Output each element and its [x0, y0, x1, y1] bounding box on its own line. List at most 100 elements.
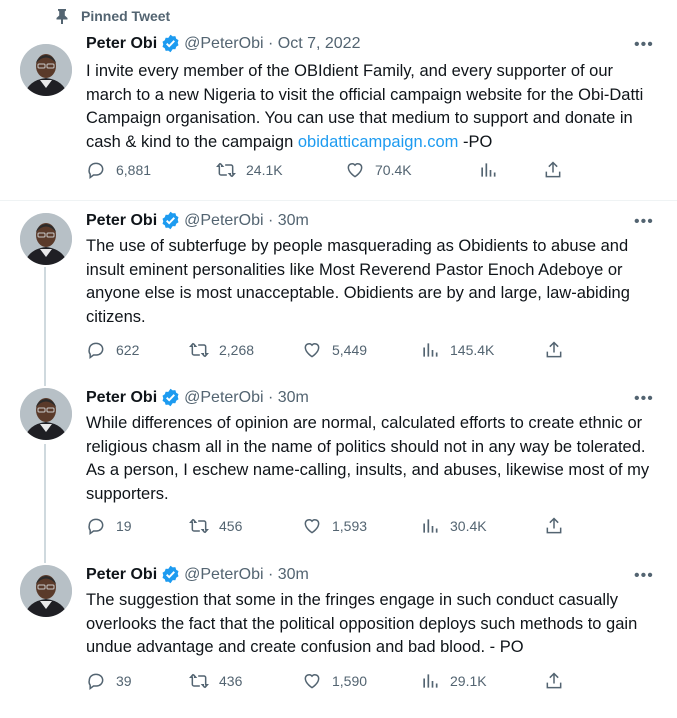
- share-button[interactable]: [544, 516, 574, 536]
- share-icon: [546, 672, 562, 689]
- views-button[interactable]: [478, 160, 508, 180]
- thread-connector: [44, 553, 46, 563]
- tweet-timestamp[interactable]: 30m: [278, 212, 309, 230]
- separator-dot: ·: [263, 565, 278, 583]
- website-link[interactable]: obidatticampaign.com: [298, 133, 459, 151]
- reply-count: 19: [116, 518, 132, 534]
- retweet-button[interactable]: 436: [189, 671, 242, 691]
- heart-icon: [347, 163, 363, 178]
- analytics-icon: [481, 163, 496, 177]
- author-handle[interactable]: @PeterObi: [184, 212, 263, 230]
- like-count: 70.4K: [375, 162, 412, 178]
- retweet-icon: [189, 342, 209, 358]
- verified-badge-icon: [161, 211, 180, 230]
- author-name[interactable]: Peter Obi: [86, 389, 157, 407]
- tweet-header: Peter Obi @PeterObi · 30m: [86, 388, 309, 407]
- thread-connector: [44, 376, 46, 386]
- views-count: 29.1K: [450, 673, 487, 689]
- author-handle[interactable]: @PeterObi: [184, 566, 263, 584]
- avatar[interactable]: [20, 565, 72, 617]
- retweet-icon: [189, 518, 209, 534]
- analytics-icon: [423, 674, 438, 688]
- reply-count: 6,881: [116, 162, 152, 178]
- like-button[interactable]: 5,449: [302, 340, 367, 360]
- tweet[interactable]: Peter Obi @PeterObi · 30m ••• While diff…: [0, 376, 677, 553]
- verified-badge-icon: [161, 388, 180, 407]
- avatar[interactable]: [20, 213, 72, 265]
- author-handle[interactable]: @PeterObi: [184, 35, 263, 53]
- like-count: 5,449: [332, 342, 368, 358]
- tweet-text: The suggestion that some in the fringes …: [86, 591, 638, 656]
- tweet-timestamp[interactable]: 30m: [278, 566, 309, 584]
- views-button[interactable]: 30.4K: [420, 516, 487, 536]
- tweet-header: Peter Obi @PeterObi · 30m: [86, 565, 309, 584]
- reply-icon: [88, 342, 104, 359]
- tweet-text: The use of subterfuge by people masquera…: [86, 237, 630, 326]
- like-count: 1,590: [332, 673, 368, 689]
- tweet-text-signoff: -PO: [458, 132, 493, 151]
- share-button[interactable]: [544, 671, 574, 691]
- tweet-actions: 39 436 1,590 29.1K: [86, 671, 666, 695]
- separator-dot: ·: [263, 388, 278, 406]
- more-options-icon[interactable]: •••: [634, 390, 654, 408]
- separator-dot: ·: [263, 211, 278, 229]
- like-button[interactable]: 1,590: [302, 671, 367, 691]
- more-options-icon[interactable]: •••: [634, 567, 654, 585]
- like-button[interactable]: 70.4K: [345, 160, 412, 180]
- thread-connector: [44, 444, 46, 553]
- tweet[interactable]: Peter Obi @PeterObi · Oct 7, 2022 ••• I …: [0, 0, 677, 200]
- heart-icon: [304, 343, 320, 358]
- verified-badge-icon: [161, 565, 180, 584]
- retweet-button[interactable]: 24.1K: [216, 160, 283, 180]
- retweet-count: 24.1K: [246, 162, 283, 178]
- views-count: 30.4K: [450, 518, 487, 534]
- reply-count: 622: [116, 342, 140, 358]
- reply-count: 39: [116, 673, 132, 689]
- author-name[interactable]: Peter Obi: [86, 35, 157, 53]
- analytics-icon: [423, 343, 438, 357]
- views-count: 145.4K: [450, 342, 495, 358]
- author-name[interactable]: Peter Obi: [86, 212, 157, 230]
- tweet-timestamp[interactable]: 30m: [278, 389, 309, 407]
- reply-button[interactable]: 19: [86, 516, 132, 536]
- reply-button[interactable]: 622: [86, 340, 139, 360]
- avatar[interactable]: [20, 388, 72, 440]
- like-button[interactable]: 1,593: [302, 516, 367, 536]
- reply-button[interactable]: 6,881: [86, 160, 151, 180]
- tweet-actions: 19 456 1,593 30.4K: [86, 516, 666, 540]
- retweet-count: 436: [219, 673, 243, 689]
- tweet-actions: 6,881 24.1K 70.4K: [86, 160, 666, 184]
- reply-icon: [88, 673, 104, 690]
- separator-dot: ·: [263, 34, 278, 52]
- author-handle[interactable]: @PeterObi: [184, 389, 263, 407]
- reply-icon: [88, 518, 104, 535]
- retweet-count: 456: [219, 518, 243, 534]
- views-button[interactable]: 145.4K: [420, 340, 494, 360]
- reply-icon: [88, 162, 104, 179]
- tweet[interactable]: Peter Obi @PeterObi · 30m ••• The use of…: [0, 201, 677, 376]
- more-options-icon[interactable]: •••: [634, 36, 654, 54]
- reply-button[interactable]: 39: [86, 671, 132, 691]
- tweet[interactable]: Peter Obi @PeterObi · 30m ••• The sugges…: [0, 553, 677, 718]
- tweet-timestamp[interactable]: Oct 7, 2022: [278, 35, 361, 53]
- share-button[interactable]: [544, 340, 574, 360]
- avatar[interactable]: [20, 44, 72, 96]
- share-icon: [546, 341, 562, 358]
- tweet-header: Peter Obi @PeterObi · 30m: [86, 211, 309, 230]
- heart-icon: [304, 674, 320, 689]
- retweet-button[interactable]: 456: [189, 516, 242, 536]
- tweet-actions: 622 2,268 5,449 145.4K: [86, 340, 666, 364]
- tweet-header: Peter Obi @PeterObi · Oct 7, 2022: [86, 34, 360, 53]
- tweet-text: While differences of opinion are normal,…: [86, 414, 650, 503]
- verified-badge-icon: [161, 34, 180, 53]
- retweet-icon: [189, 673, 209, 689]
- retweet-icon: [216, 162, 236, 178]
- share-icon: [546, 517, 562, 534]
- share-button[interactable]: [543, 160, 573, 180]
- more-options-icon[interactable]: •••: [634, 213, 654, 231]
- tweet-text: I invite every member of the OBIdient Fa…: [86, 60, 656, 154]
- like-count: 1,593: [332, 518, 368, 534]
- author-name[interactable]: Peter Obi: [86, 566, 157, 584]
- views-button[interactable]: 29.1K: [420, 671, 487, 691]
- retweet-button[interactable]: 2,268: [189, 340, 254, 360]
